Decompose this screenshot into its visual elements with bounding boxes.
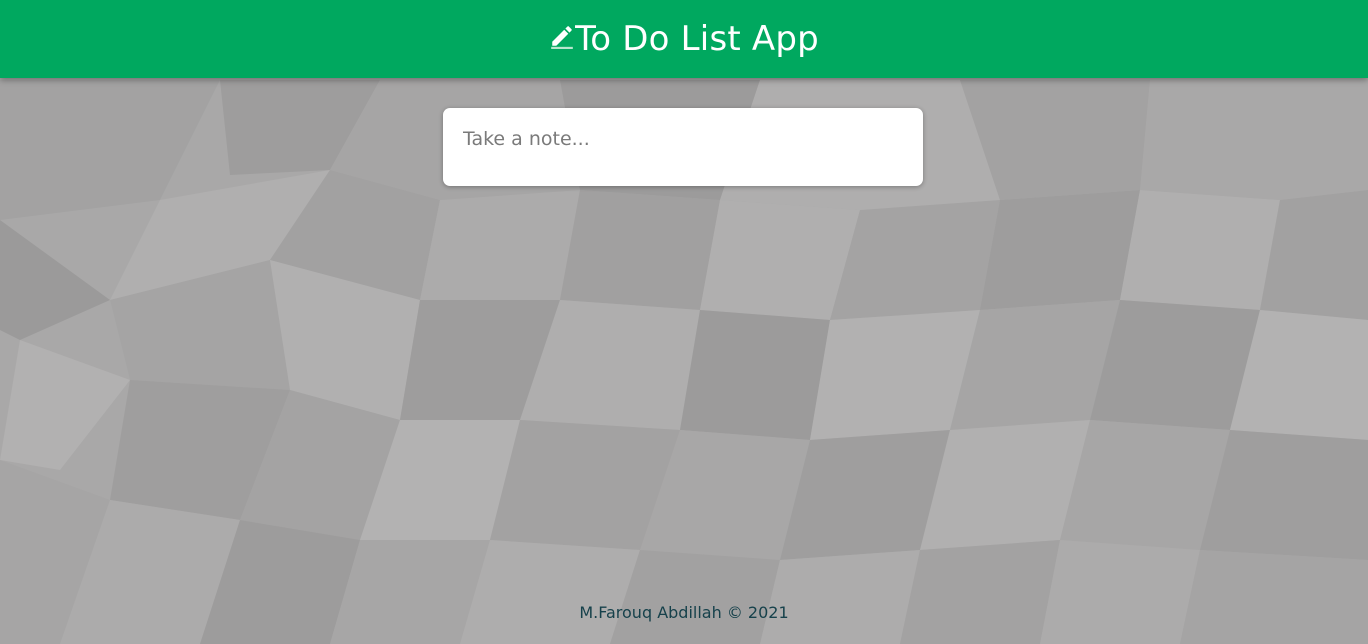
background-pattern xyxy=(0,0,1368,644)
app-title: To Do List App xyxy=(575,19,819,59)
header-title-group: To Do List App xyxy=(549,19,819,59)
app-header: To Do List App xyxy=(0,0,1368,78)
note-input[interactable] xyxy=(461,124,905,154)
footer-copyright: M.Farouq Abdillah © 2021 xyxy=(579,603,789,622)
pencil-icon xyxy=(551,26,573,49)
note-input-card[interactable] xyxy=(443,108,923,186)
footer: M.Farouq Abdillah © 2021 xyxy=(0,603,1368,622)
